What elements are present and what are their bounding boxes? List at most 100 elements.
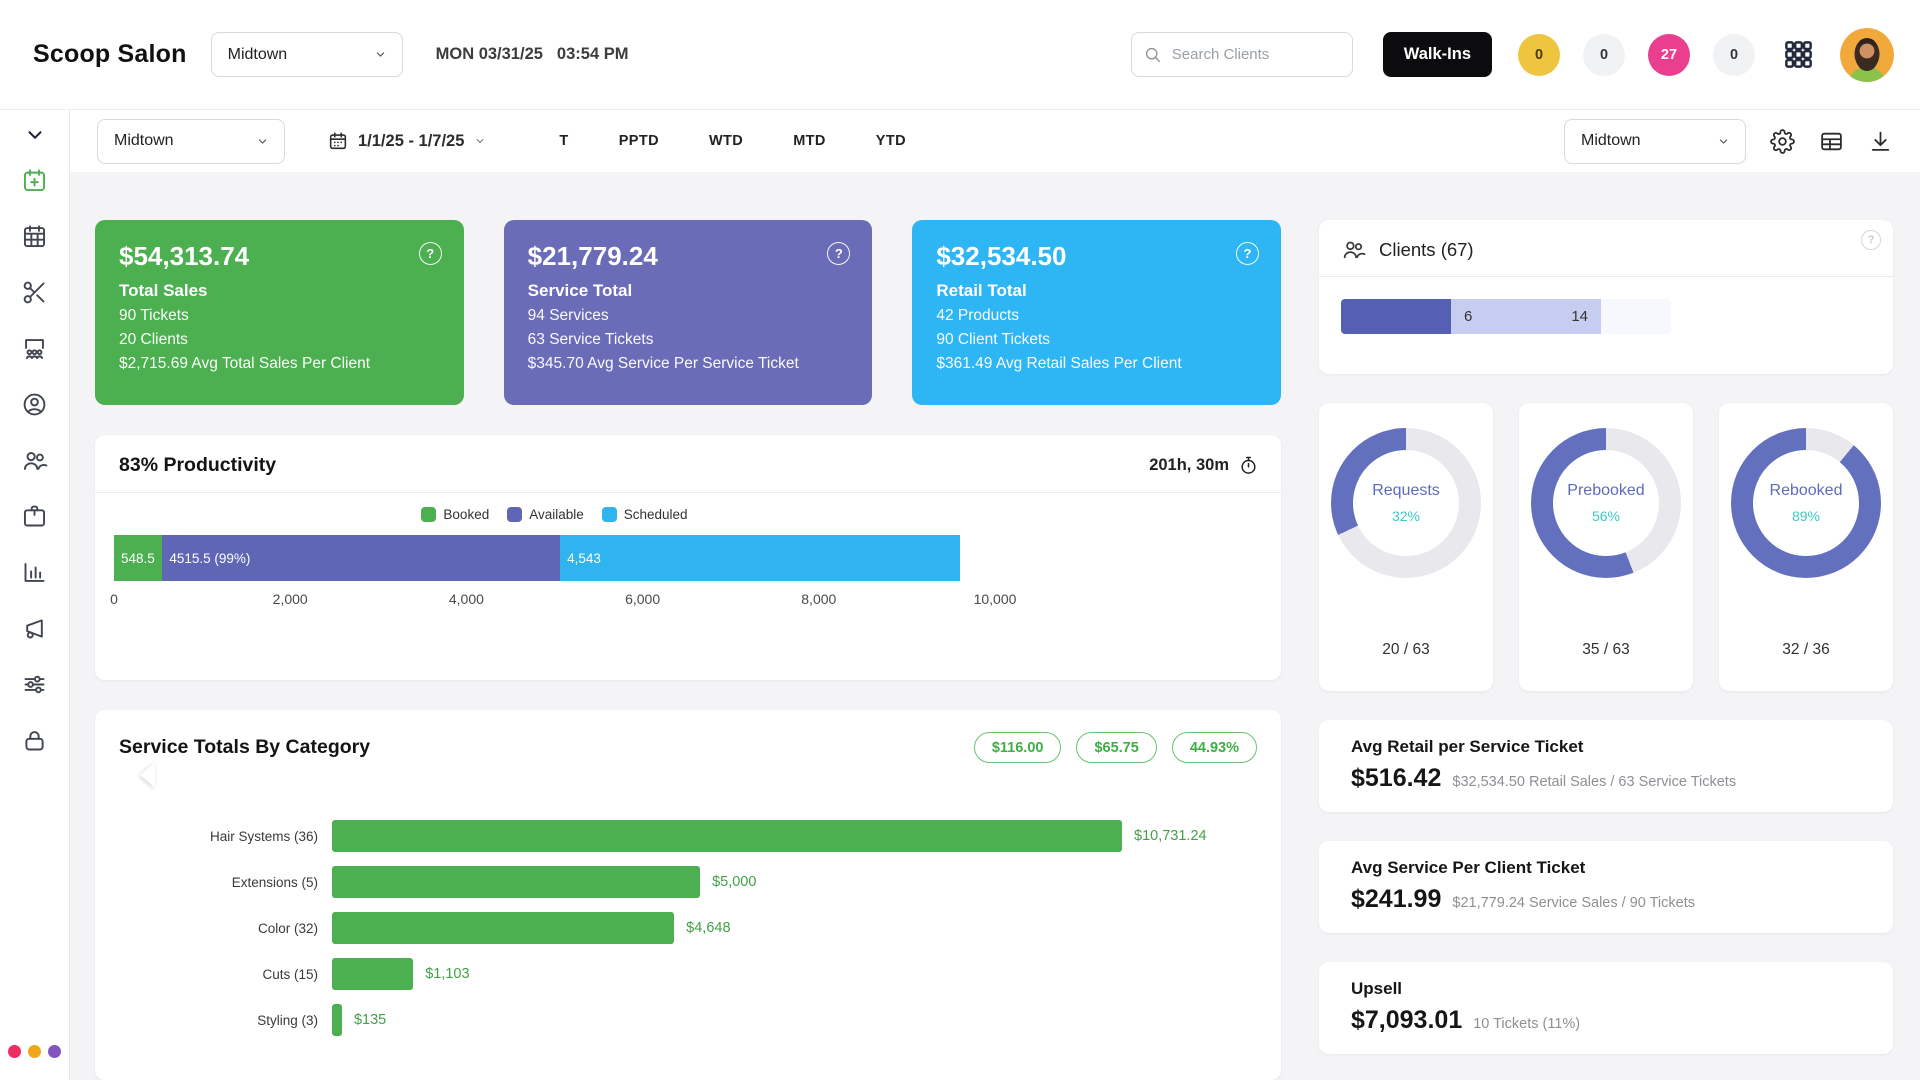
user-avatar[interactable]	[1840, 28, 1894, 82]
legend-swatch	[507, 507, 522, 522]
service-category-row: Styling (3)$135	[119, 1004, 1257, 1036]
drawer-collapse-arrow[interactable]	[140, 762, 155, 788]
service-metric-pill-1[interactable]: $116.00	[974, 732, 1062, 763]
search-input[interactable]	[1131, 32, 1353, 77]
table-icon[interactable]	[1819, 129, 1844, 154]
donut-fraction: 32 / 36	[1782, 641, 1829, 659]
status-dot-2	[28, 1045, 41, 1058]
service-metric-pill-3[interactable]: 44.93%	[1172, 732, 1257, 763]
axis-tick: 8,000	[801, 591, 836, 607]
notification-badge-1[interactable]: 0	[1518, 34, 1560, 76]
current-datetime: MON 03/31/25 03:54 PM	[436, 45, 629, 64]
sidebar-item-bar-chart[interactable]	[13, 550, 57, 594]
kpi-title: Upsell	[1351, 979, 1861, 999]
calendar-plus-icon	[21, 167, 48, 194]
tab-pptd[interactable]: PPTD	[619, 133, 659, 149]
donut-label: Requests	[1372, 482, 1440, 500]
sidebar-item-package[interactable]	[13, 494, 57, 538]
stat-line: 90 Client Tickets	[936, 331, 1257, 349]
sidebar-item-lock[interactable]	[13, 718, 57, 762]
service-totals-title: Service Totals By Category	[119, 736, 370, 759]
service-metric-pill-2[interactable]: $65.75	[1076, 732, 1156, 763]
sidebar-item-scissors[interactable]	[13, 270, 57, 314]
stat-amount: $32,534.50	[936, 241, 1257, 272]
donut-center: Rebooked 89%	[1731, 428, 1881, 578]
tab-ytd[interactable]: YTD	[876, 133, 906, 149]
kpi-value: $7,093.01	[1351, 1006, 1462, 1035]
donut-card-prebooked: Prebooked56% 35 / 63	[1519, 403, 1693, 691]
gear-icon[interactable]	[1770, 129, 1795, 154]
clients-card: Clients (67) ? 614	[1319, 220, 1893, 374]
service-category-value: $5,000	[712, 874, 756, 890]
sidebar-item-chevron-down[interactable]	[13, 120, 57, 150]
stat-line: $2,715.69 Avg Total Sales Per Client	[119, 355, 440, 373]
productivity-segment-booked: 548.5	[114, 535, 162, 581]
current-time: 03:54 PM	[557, 45, 629, 64]
tab-mtd[interactable]: MTD	[793, 133, 826, 149]
team-icon	[21, 335, 48, 362]
help-icon[interactable]: ?	[419, 242, 442, 265]
kpi-card-upsell: Upsell $7,093.0110 Tickets (11%)	[1319, 962, 1893, 1054]
donut-fraction: 35 / 63	[1582, 641, 1629, 659]
service-category-row: Extensions (5)$5,000	[119, 866, 1257, 898]
sidebar-item-sliders[interactable]	[13, 662, 57, 706]
service-category-bar	[332, 1004, 342, 1036]
tab-wtd[interactable]: WTD	[709, 133, 743, 149]
donut-percent: 89%	[1792, 508, 1820, 524]
sidebar-item-calendar[interactable]	[13, 214, 57, 258]
calendar-icon	[327, 130, 349, 152]
service-category-label: Hair Systems (36)	[119, 829, 332, 844]
productivity-legend: BookedAvailableScheduled	[114, 507, 995, 522]
sidebar-item-users[interactable]	[13, 438, 57, 482]
notification-badge-4[interactable]: 0	[1713, 34, 1755, 76]
donut-label: Rebooked	[1770, 482, 1843, 500]
donut-percent: 32%	[1392, 508, 1420, 524]
service-totals-card: Service Totals By Category $116.00 $65.75…	[95, 710, 1281, 1080]
service-category-label: Cuts (15)	[119, 967, 332, 982]
clients-bar-label: 6	[1451, 308, 1485, 325]
service-category-bar	[332, 820, 1122, 852]
stat-line: 94 Services	[528, 307, 849, 325]
walk-ins-button[interactable]: Walk-Ins	[1383, 32, 1492, 77]
sidebar-item-user-circle[interactable]	[13, 382, 57, 426]
stat-cards-row: $54,313.74?Total Sales90 Tickets20 Clien…	[95, 220, 1281, 405]
kpi-title: Avg Retail per Service Ticket	[1351, 737, 1861, 757]
donut-chart: Rebooked 89%	[1731, 428, 1881, 578]
service-category-row: Cuts (15)$1,103	[119, 958, 1257, 990]
report-location-select[interactable]: Midtown	[1564, 119, 1746, 164]
notification-badge-3[interactable]: 27	[1648, 34, 1690, 76]
donut-label: Prebooked	[1567, 482, 1644, 500]
toolbar-location-select[interactable]: Midtown	[97, 119, 285, 164]
productivity-card: 83% Productivity 201h, 30m BookedAvailab…	[95, 435, 1281, 680]
sidebar-item-calendar-plus[interactable]	[13, 158, 57, 202]
header-location-select[interactable]: Midtown	[211, 32, 403, 77]
clients-stacked-bar: 6 14	[1341, 299, 1893, 334]
date-range-picker[interactable]: 1/1/25 - 1/7/25	[327, 130, 487, 152]
download-icon[interactable]	[1868, 129, 1893, 154]
clients-bar-segment-2: 6 14	[1451, 299, 1601, 334]
notification-badges: 00270	[1518, 34, 1755, 76]
service-category-row: Hair Systems (36)$10,731.24	[119, 820, 1257, 852]
help-icon[interactable]: ?	[1236, 242, 1259, 265]
help-icon[interactable]: ?	[1861, 230, 1881, 250]
clients-people-icon	[1341, 237, 1366, 262]
chevron-down-icon	[473, 134, 487, 148]
axis-tick: 10,000	[974, 591, 1017, 607]
stat-amount: $21,779.24	[528, 241, 849, 272]
service-category-value: $4,648	[686, 920, 730, 936]
apps-grid-icon[interactable]	[1783, 39, 1814, 70]
sidebar-item-team[interactable]	[13, 326, 57, 370]
legend-swatch	[421, 507, 436, 522]
kpi-row: $7,093.0110 Tickets (11%)	[1351, 1006, 1861, 1035]
clients-bar-label: 14	[1558, 308, 1601, 325]
left-sidebar	[0, 110, 70, 1080]
productivity-stacked-bar: 548.54515.5 (99%)4,543	[114, 535, 995, 581]
donut-chart: Prebooked56%	[1531, 428, 1681, 578]
tab-t[interactable]: T	[559, 133, 568, 149]
notification-badge-2[interactable]: 0	[1583, 34, 1625, 76]
main-area: Midtown 1/1/25 - 1/7/25 T PPTD WTD MTD YTD	[70, 110, 1920, 1080]
sidebar-item-megaphone[interactable]	[13, 606, 57, 650]
kpi-card-avg-service-per-client-ticket: Avg Service Per Client Ticket$241.99$21,…	[1319, 841, 1893, 933]
axis-tick: 4,000	[449, 591, 484, 607]
scissors-icon	[21, 279, 48, 306]
